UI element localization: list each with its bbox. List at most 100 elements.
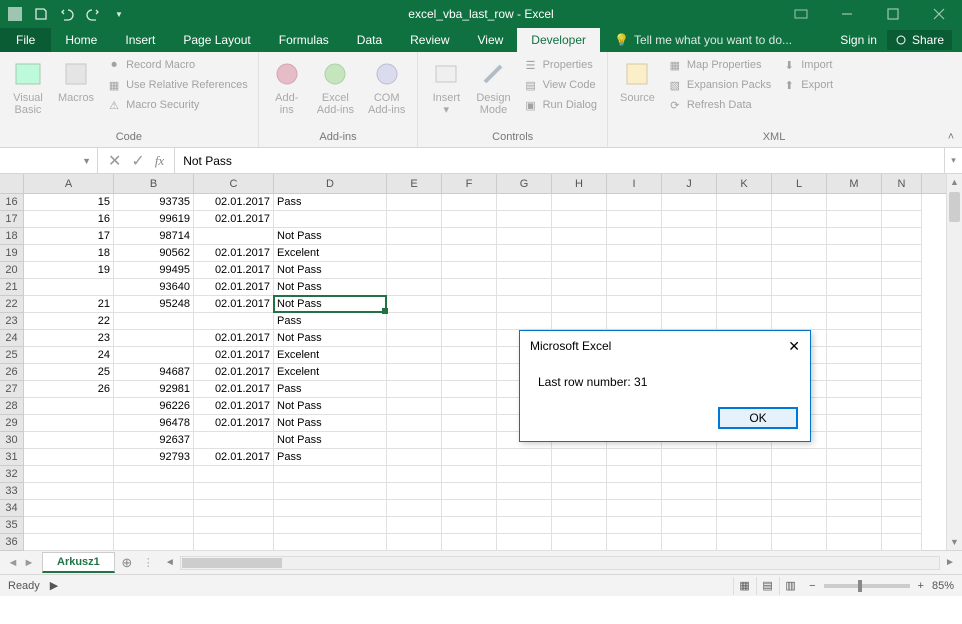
cell[interactable] [607,534,662,551]
cell[interactable] [662,228,717,245]
cell[interactable] [772,534,827,551]
hscroll-thumb[interactable] [182,558,282,568]
tab-page-layout[interactable]: Page Layout [169,28,264,52]
row-header[interactable]: 20 [0,262,24,279]
column-header[interactable]: M [827,174,882,193]
cell[interactable] [772,449,827,466]
sheet-next-icon[interactable]: ► [22,557,36,569]
row-header[interactable]: 34 [0,500,24,517]
view-code-button[interactable]: ▤View Code [521,76,599,94]
cell[interactable] [662,313,717,330]
cell[interactable]: 15 [24,194,114,211]
cell[interactable] [662,500,717,517]
cell[interactable] [827,245,882,262]
cell[interactable] [24,517,114,534]
share-button[interactable]: Share [887,30,952,50]
macro-security-button[interactable]: ⚠Macro Security [104,96,250,114]
cell[interactable] [882,415,922,432]
cell[interactable] [497,483,552,500]
cell[interactable] [552,194,607,211]
qat-dropdown-icon[interactable]: ▼ [110,5,128,23]
cell[interactable] [442,296,497,313]
cell[interactable] [882,449,922,466]
cell[interactable] [772,483,827,500]
ribbon-display-icon[interactable] [778,0,824,28]
column-header[interactable]: E [387,174,442,193]
cell[interactable] [442,245,497,262]
cell[interactable]: Pass [274,194,387,211]
import-button[interactable]: ⬇Import [779,56,835,74]
hscroll-left-icon[interactable]: ◄ [162,557,178,568]
cell[interactable]: 19 [24,262,114,279]
horizontal-scrollbar[interactable]: ◄ ► [158,556,962,570]
cell[interactable] [827,313,882,330]
row-header[interactable]: 24 [0,330,24,347]
cell[interactable]: Pass [274,381,387,398]
excel-addins-button[interactable]: Excel Add-ins [313,56,358,118]
cell[interactable] [772,279,827,296]
cell[interactable] [497,534,552,551]
cell[interactable] [274,483,387,500]
tab-developer[interactable]: Developer [517,28,600,52]
formula-input[interactable]: Not Pass [175,148,944,173]
dialog-ok-button[interactable]: OK [718,407,798,429]
page-layout-view-button[interactable]: ▤ [756,577,778,595]
cell[interactable]: Not Pass [274,279,387,296]
cell[interactable] [717,517,772,534]
cell[interactable] [387,500,442,517]
tab-insert[interactable]: Insert [111,28,169,52]
cell[interactable] [662,211,717,228]
cell[interactable] [717,279,772,296]
cell[interactable] [827,534,882,551]
cell[interactable]: 02.01.2017 [194,415,274,432]
properties-button[interactable]: ☰Properties [521,56,599,74]
row-header[interactable]: 30 [0,432,24,449]
scroll-down-icon[interactable]: ▼ [947,534,962,550]
cell[interactable] [497,211,552,228]
cell[interactable] [717,449,772,466]
expansion-packs-button[interactable]: ▧Expansion Packs [665,76,773,94]
zoom-level[interactable]: 85% [932,580,954,592]
macros-button[interactable]: Macros [54,56,98,106]
cell[interactable] [442,211,497,228]
cell[interactable] [882,245,922,262]
cell[interactable] [274,534,387,551]
redo-icon[interactable] [84,5,102,23]
cell[interactable] [194,500,274,517]
maximize-button[interactable] [870,0,916,28]
row-header[interactable]: 21 [0,279,24,296]
cell[interactable] [387,347,442,364]
cell[interactable] [772,262,827,279]
cell[interactable] [717,534,772,551]
row-header[interactable]: 18 [0,228,24,245]
zoom-out-button[interactable]: − [809,580,815,592]
cell[interactable]: 02.01.2017 [194,347,274,364]
cell[interactable]: 02.01.2017 [194,279,274,296]
row-header[interactable]: 28 [0,398,24,415]
row-header[interactable]: 31 [0,449,24,466]
cell[interactable] [717,211,772,228]
cell[interactable] [552,517,607,534]
cell[interactable] [607,466,662,483]
xml-source-button[interactable]: Source [616,56,659,106]
cell[interactable] [194,228,274,245]
scroll-up-icon[interactable]: ▲ [947,174,962,190]
cell[interactable] [882,398,922,415]
cell[interactable] [827,432,882,449]
cell[interactable] [442,228,497,245]
row-header[interactable]: 29 [0,415,24,432]
signin-link[interactable]: Sign in [840,33,877,47]
cell[interactable] [827,517,882,534]
cell[interactable]: 02.01.2017 [194,245,274,262]
cell[interactable] [274,466,387,483]
cell[interactable] [827,211,882,228]
column-header[interactable]: J [662,174,717,193]
add-sheet-button[interactable]: ⊕ [115,555,139,571]
row-header[interactable]: 27 [0,381,24,398]
cell[interactable] [442,415,497,432]
cell[interactable] [194,534,274,551]
cell[interactable] [552,313,607,330]
cell[interactable] [882,517,922,534]
cell[interactable] [827,449,882,466]
cell[interactable]: 90562 [114,245,194,262]
